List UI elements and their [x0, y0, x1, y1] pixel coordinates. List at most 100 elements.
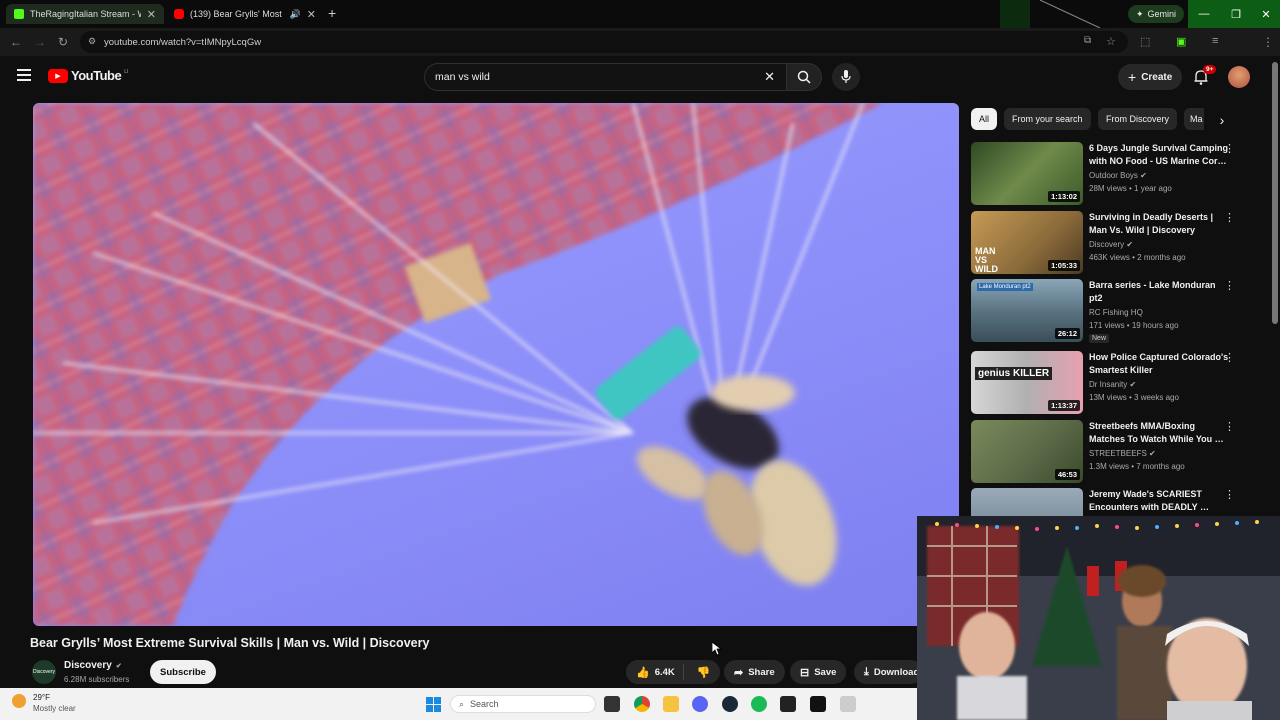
- cast-icon[interactable]: ▣: [1176, 35, 1186, 48]
- search-button[interactable]: [786, 63, 822, 91]
- gemini-icon: ✦: [1135, 8, 1144, 19]
- subscriber-count: 6.28M subscribers: [64, 675, 130, 684]
- download-button[interactable]: ⤓ Download: [854, 660, 924, 684]
- recommendation-item[interactable]: genius KILLER 1:13:37 How Police Capture…: [971, 351, 1241, 415]
- hamburger-menu-icon[interactable]: [17, 69, 31, 81]
- recommendation-item[interactable]: Jeremy Wade's SCARIEST Encounters with D…: [971, 488, 1241, 516]
- new-badge: New: [1089, 334, 1110, 343]
- search-icon: [797, 70, 811, 84]
- channel-avatar[interactable]: Discovery: [32, 660, 56, 684]
- spotify-icon[interactable]: [751, 696, 767, 712]
- gemini-button[interactable]: ✦ Gemini: [1127, 5, 1184, 23]
- video-frame-parachute: [33, 103, 883, 626]
- subscribe-button[interactable]: Subscribe: [150, 660, 216, 684]
- share-icon: ➦: [734, 666, 744, 679]
- like-button[interactable]: 👍 6.4K: [626, 664, 684, 680]
- tab-title: (139) Bear Grylls' Most Extr…: [190, 9, 284, 19]
- dislike-button[interactable]: 👎: [689, 666, 719, 679]
- task-view-icon[interactable]: [604, 696, 620, 712]
- chip-from-discovery[interactable]: From Discovery: [1098, 108, 1178, 130]
- browser-tab-youtube[interactable]: (139) Bear Grylls' Most Extr… 🔊 ✕: [166, 4, 324, 24]
- minimize-button[interactable]: —: [1188, 0, 1220, 28]
- file-explorer-icon[interactable]: [663, 696, 679, 712]
- youtube-play-icon: ▶: [48, 68, 68, 83]
- bookmark-icon: ⊟: [800, 666, 810, 679]
- mouse-cursor-icon: [712, 642, 722, 656]
- youtube-logo[interactable]: ▶ YouTube LI: [48, 68, 128, 83]
- more-options-icon[interactable]: ⋮: [1224, 142, 1235, 155]
- notifications-button[interactable]: 9+: [1194, 65, 1217, 90]
- url-field[interactable]: ⚙ youtube.com/watch?v=tIMNpyLcqGw: [80, 31, 1128, 53]
- app-icon[interactable]: [840, 696, 856, 712]
- verified-icon: ✔: [1140, 171, 1147, 180]
- back-icon[interactable]: ←: [10, 35, 22, 49]
- steam-icon[interactable]: [722, 696, 738, 712]
- clear-search-icon[interactable]: ✕: [764, 69, 775, 85]
- address-bar-row: ← → ↻ ⚙ youtube.com/watch?v=tIMNpyLcqGw …: [0, 28, 1280, 77]
- account-avatar[interactable]: [1228, 66, 1250, 88]
- site-info-icon[interactable]: ⚙: [88, 36, 96, 47]
- download-icon: ⤓: [864, 665, 869, 678]
- voice-search-button[interactable]: [832, 63, 860, 91]
- epic-games-icon[interactable]: [780, 696, 796, 712]
- chip-more[interactable]: Ma: [1184, 108, 1204, 130]
- more-options-icon[interactable]: ⋮: [1224, 211, 1235, 224]
- video-thumbnail[interactable]: 46:53: [971, 420, 1083, 483]
- video-thumbnail[interactable]: [971, 488, 1083, 516]
- recommendation-item[interactable]: 46:53 Streetbeefs MMA/Boxing Matches To …: [971, 420, 1241, 484]
- search-input[interactable]: man vs wild ✕: [424, 63, 790, 91]
- video-thumbnail[interactable]: genius KILLER 1:13:37: [971, 351, 1083, 414]
- verified-icon: ✔: [1129, 380, 1137, 389]
- chrome-icon[interactable]: [634, 696, 650, 712]
- close-tab-icon[interactable]: ✕: [307, 8, 316, 21]
- search-icon: ⌕: [459, 698, 465, 709]
- app-icon[interactable]: [810, 696, 826, 712]
- forward-icon[interactable]: →: [34, 35, 46, 49]
- like-dislike-group: 👍 6.4K 👎: [626, 660, 720, 684]
- more-options-icon[interactable]: ⋮: [1224, 488, 1235, 501]
- reload-icon[interactable]: ↻: [58, 35, 68, 49]
- browser-tab-stream[interactable]: TheRagingItalian Stream - Wat… ✕: [6, 4, 164, 24]
- maximize-button[interactable]: ❐: [1220, 0, 1252, 28]
- windows-taskbar: 29°F Mostly clear ⌕ Search: [0, 688, 917, 720]
- verified-icon: ✔: [1126, 240, 1134, 249]
- more-options-icon[interactable]: ⋮: [1224, 351, 1235, 364]
- discord-icon[interactable]: [692, 696, 708, 712]
- weather-icon[interactable]: [12, 694, 26, 708]
- windows-start-icon[interactable]: [426, 697, 441, 712]
- share-button[interactable]: ➦ Share: [724, 660, 785, 684]
- bookmark-star-icon[interactable]: ☆: [1106, 35, 1116, 48]
- install-app-icon[interactable]: ⧉: [1084, 35, 1091, 46]
- recommendation-item[interactable]: 1:13:02 6 Days Jungle Survival Camping w…: [971, 142, 1241, 206]
- more-options-icon[interactable]: ⋮: [1224, 420, 1235, 433]
- video-title: Bear Grylls’ Most Extreme Survival Skill…: [30, 636, 430, 650]
- audio-icon[interactable]: 🔊: [290, 9, 301, 20]
- chip-all[interactable]: All: [971, 108, 998, 130]
- close-tab-icon[interactable]: ✕: [147, 8, 156, 21]
- tab-title: TheRagingItalian Stream - Wat…: [30, 9, 141, 19]
- verified-icon: ✔: [1149, 449, 1156, 458]
- webcam-scene: [917, 516, 1280, 720]
- chevron-right-icon[interactable]: ›: [1212, 110, 1232, 130]
- video-player[interactable]: [33, 103, 959, 626]
- channel-name[interactable]: Discovery ✔: [64, 660, 122, 671]
- more-options-icon[interactable]: ⋮: [1224, 279, 1235, 292]
- youtube-header: ▶ YouTube LI man vs wild ✕ + Create 9+: [0, 56, 1280, 98]
- reading-list-icon[interactable]: ≡: [1212, 35, 1218, 47]
- video-thumbnail[interactable]: 1:13:02: [971, 142, 1083, 205]
- verified-icon: ✔: [115, 662, 122, 670]
- recommendation-item[interactable]: Lake Monduran pt2 26:12 Barra series - L…: [971, 279, 1241, 343]
- chip-from-your-search[interactable]: From your search: [1004, 108, 1091, 130]
- recommendation-item[interactable]: MAN VS WILD 1:05:33 Surviving in Deadly …: [971, 211, 1241, 275]
- create-button[interactable]: + Create: [1118, 64, 1183, 90]
- kick-icon: [14, 9, 24, 19]
- taskbar-search[interactable]: ⌕ Search: [450, 695, 596, 713]
- browser-menu-icon[interactable]: ⋮: [1262, 35, 1274, 49]
- close-window-button[interactable]: ✕: [1252, 0, 1280, 28]
- save-button[interactable]: ⊟ Save: [790, 660, 847, 684]
- page-scrollbar[interactable]: [1272, 62, 1278, 324]
- new-tab-button[interactable]: +: [328, 5, 336, 21]
- extensions-icon[interactable]: ⬚: [1140, 35, 1150, 48]
- video-thumbnail[interactable]: Lake Monduran pt2 26:12: [971, 279, 1083, 342]
- video-thumbnail[interactable]: MAN VS WILD 1:05:33: [971, 211, 1083, 274]
